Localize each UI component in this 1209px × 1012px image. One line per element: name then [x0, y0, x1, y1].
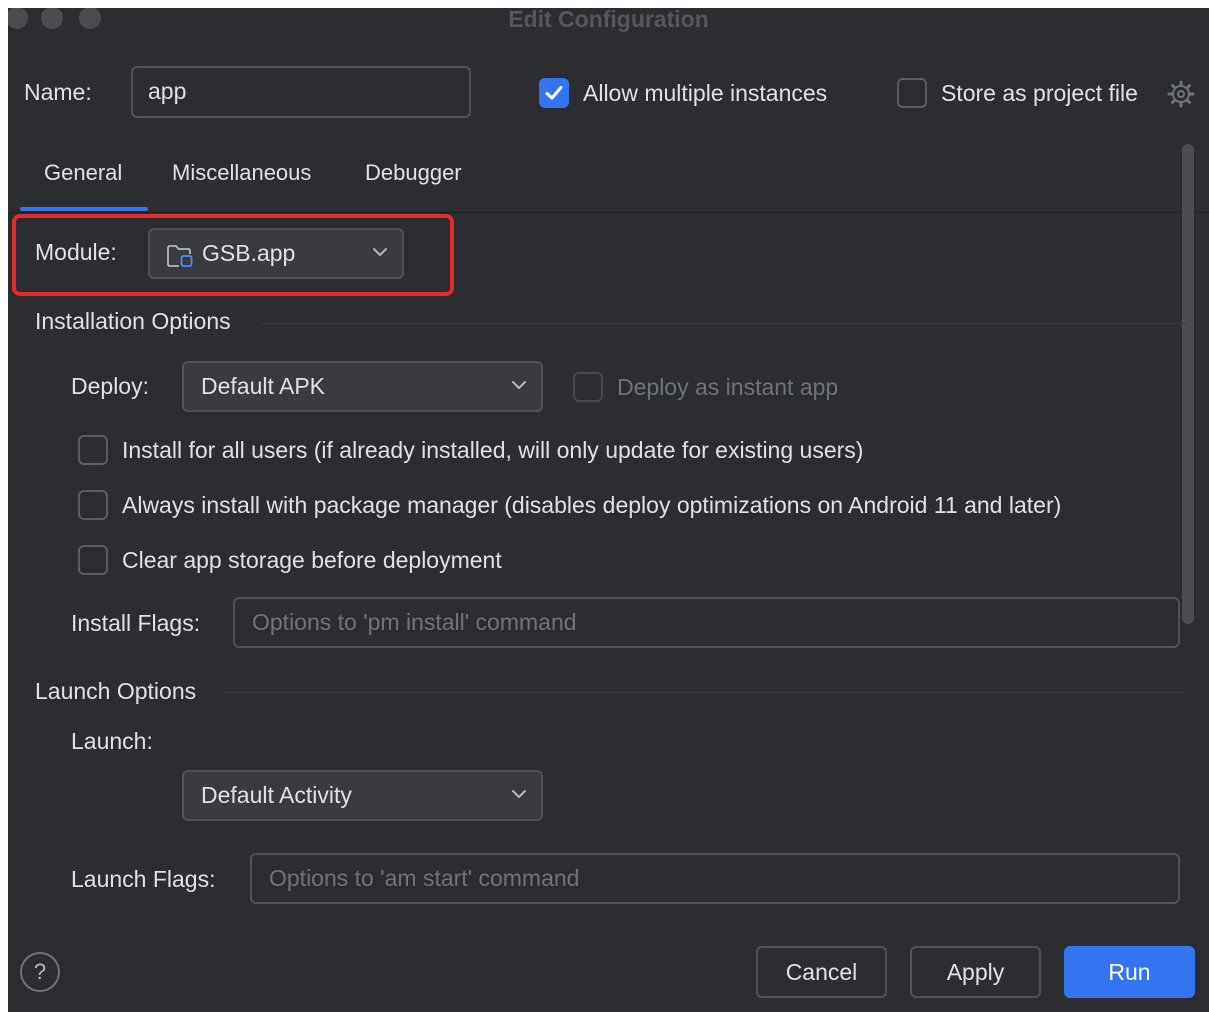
window-title: Edit Configuration [508, 8, 709, 32]
launch-dropdown[interactable]: Default Activity [182, 770, 543, 821]
install-flags-label: Install Flags: [71, 610, 201, 636]
title-bar: Edit Configuration [8, 8, 1209, 32]
chevron-down-icon [512, 790, 526, 798]
selected-tab-indicator [20, 207, 148, 211]
launch-options-title: Launch Options [35, 678, 197, 704]
tab-general[interactable]: General [44, 160, 122, 186]
installation-options-title: Installation Options [35, 308, 231, 334]
module-highlight-annotation [12, 214, 454, 296]
always-install-package-manager-checkbox[interactable] [78, 490, 108, 520]
launch-label: Launch: [71, 728, 153, 754]
allow-multiple-instances-checkbox[interactable] [539, 78, 569, 108]
deploy-dropdown[interactable]: Default APK [182, 361, 543, 412]
vertical-scrollbar[interactable] [1182, 144, 1194, 624]
name-value: app [148, 78, 187, 104]
cancel-button[interactable]: Cancel [756, 946, 887, 998]
edit-configuration-dialog: Edit Configuration Name: app Allow multi… [8, 8, 1209, 1012]
tab-divider [8, 212, 1209, 213]
checkmark-icon [545, 86, 563, 100]
launch-flags-label: Launch Flags: [71, 866, 216, 892]
launch-flags-placeholder: Options to 'am start' command [269, 865, 580, 891]
apply-button[interactable]: Apply [910, 946, 1041, 998]
store-as-project-file-checkbox[interactable] [897, 78, 927, 108]
install-all-users-label: Install for all users (if already instal… [122, 437, 864, 463]
tab-miscellaneous[interactable]: Miscellaneous [172, 160, 311, 186]
clear-app-storage-label: Clear app storage before deployment [122, 547, 502, 573]
deploy-value: Default APK [201, 373, 326, 399]
clear-app-storage-checkbox[interactable] [78, 545, 108, 575]
help-button[interactable]: ? [20, 952, 60, 992]
deploy-label: Deploy: [71, 373, 149, 399]
store-as-project-file-label: Store as project file [941, 80, 1138, 106]
always-install-package-manager-label: Always install with package manager (dis… [122, 492, 1062, 518]
installation-options-separator [261, 323, 1186, 324]
deploy-instant-app-checkbox[interactable] [573, 372, 603, 402]
install-flags-input[interactable]: Options to 'pm install' command [233, 597, 1180, 648]
name-label: Name: [24, 79, 92, 105]
name-input[interactable]: app [131, 66, 471, 118]
install-flags-placeholder: Options to 'pm install' command [252, 609, 577, 635]
chevron-down-icon [512, 381, 526, 389]
launch-options-separator [222, 692, 1186, 693]
tab-debugger[interactable]: Debugger [365, 160, 462, 186]
deploy-instant-app-label: Deploy as instant app [617, 374, 839, 400]
gear-icon[interactable] [1167, 80, 1195, 108]
allow-multiple-instances-label: Allow multiple instances [583, 80, 828, 106]
launch-value: Default Activity [201, 782, 352, 808]
install-all-users-checkbox[interactable] [78, 435, 108, 465]
launch-flags-input[interactable]: Options to 'am start' command [250, 853, 1180, 904]
run-button[interactable]: Run [1064, 946, 1195, 998]
